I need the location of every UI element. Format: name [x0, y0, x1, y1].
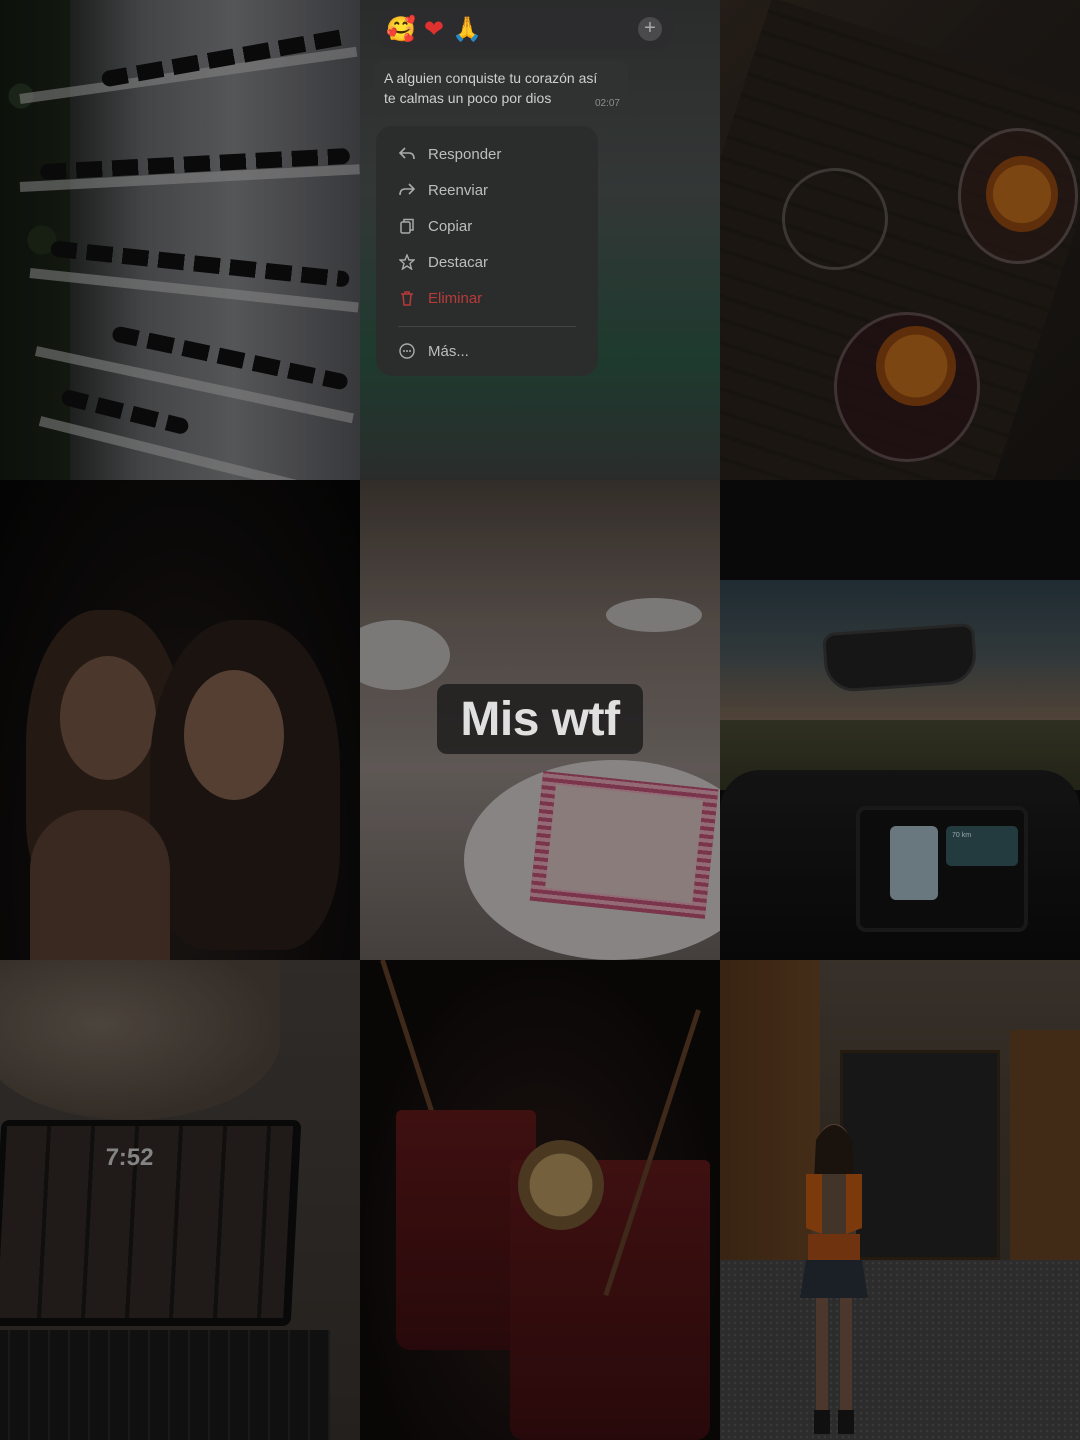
orange-slice	[876, 326, 956, 406]
face-right	[184, 670, 284, 800]
photo-collage: 👍 ❤ 😂 😮 😢 🙏 🥰 + A alguien conquiste tu c…	[0, 0, 1080, 1440]
shelf	[38, 416, 352, 480]
photo-mirror-selfie	[720, 960, 1080, 1440]
person	[800, 1124, 868, 1434]
terrazzo-floor	[720, 1260, 1080, 1440]
more-icon	[398, 342, 416, 360]
map-icon	[890, 826, 938, 900]
car-infotainment-screen: 70 km	[856, 806, 1028, 932]
photo-laptop: 7:52	[0, 960, 360, 1440]
menu-item-delete[interactable]: Eliminar	[376, 280, 598, 316]
nav-distance: 70 km	[952, 832, 972, 839]
face-left	[60, 656, 156, 780]
orange-slice	[986, 156, 1058, 232]
empty-glass	[782, 168, 888, 270]
reaction-bar: 👍 ❤ 😂 😮 😢 🙏 🥰 +	[376, 8, 674, 50]
plate	[360, 620, 450, 690]
message-timestamp: 02:07	[594, 98, 620, 109]
photo-dinner-table: Mis wtf	[360, 480, 720, 960]
plate	[606, 598, 702, 632]
rearview-mirror	[822, 622, 978, 694]
reply-icon	[398, 145, 416, 163]
menu-item-forward[interactable]: Reenviar	[376, 172, 598, 208]
plant-wall	[0, 0, 70, 480]
love-face-reaction[interactable]: 🥰	[386, 17, 416, 41]
message-text-line-1: A alguien conquiste tu corazón así	[384, 70, 598, 86]
menu-item-copy[interactable]: Copiar	[376, 208, 598, 244]
menu-item-reply[interactable]: Responder	[376, 136, 598, 172]
lockscreen-clock: 7:52	[104, 1144, 155, 1171]
message-context-menu: Responder Reenviar Copiar Destacar Elimi…	[376, 126, 598, 376]
heart-reaction[interactable]: ❤	[424, 17, 444, 41]
menu-item-label: Responder	[428, 145, 502, 163]
collage-title-pill: Mis wtf	[437, 684, 643, 754]
laptop-screen: 7:52	[0, 1120, 302, 1326]
photo-red-drinks	[360, 960, 720, 1440]
menu-item-label: Copiar	[428, 217, 473, 235]
message-text-line-2: te calmas un poco por dios	[384, 90, 552, 106]
pray-reaction[interactable]: 🙏	[452, 17, 482, 41]
menu-item-label: Más...	[428, 342, 469, 360]
chat-screenshot: 👍 ❤ 😂 😮 😢 🙏 🥰 + A alguien conquiste tu c…	[360, 0, 720, 480]
add-reaction-button[interactable]: +	[638, 17, 662, 41]
copy-icon	[398, 217, 416, 235]
pink-gingham-card	[529, 771, 719, 919]
photo-sunglasses-shelf	[0, 0, 360, 480]
laptop-keyboard	[0, 1330, 330, 1440]
fur-pillow	[0, 960, 280, 1120]
collage-title: Mis wtf	[460, 692, 620, 746]
menu-item-label: Destacar	[428, 253, 489, 271]
menu-item-more[interactable]: Más...	[376, 333, 598, 369]
photo-car-dashboard: 70 km	[720, 480, 1080, 960]
menu-item-label: Reenviar	[428, 181, 489, 199]
star-icon	[398, 253, 416, 271]
message-bubble[interactable]: A alguien conquiste tu corazón así te ca…	[374, 60, 628, 114]
photo-drinks-table	[720, 0, 1080, 480]
trash-icon	[398, 289, 416, 307]
shoulder	[30, 810, 170, 960]
dried-orange-slice	[518, 1140, 604, 1230]
menu-item-label: Eliminar	[428, 289, 483, 307]
forward-icon	[398, 181, 416, 199]
photo-two-friends	[0, 480, 360, 960]
menu-item-star[interactable]: Destacar	[376, 244, 598, 280]
menu-divider	[398, 326, 576, 327]
sunglasses-row	[110, 325, 350, 391]
